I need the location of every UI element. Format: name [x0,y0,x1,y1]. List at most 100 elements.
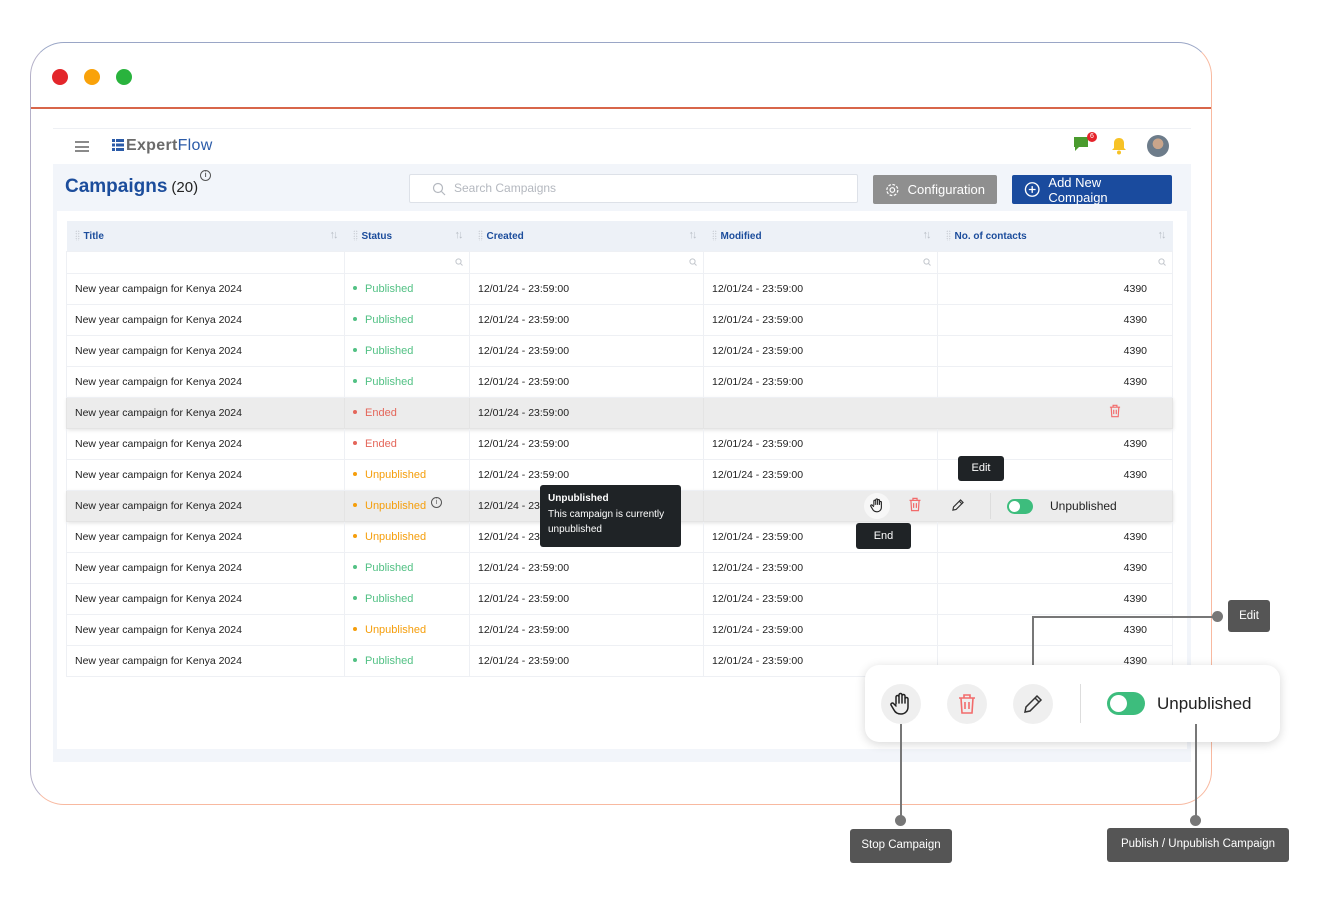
column-filter-input[interactable] [703,250,938,274]
cell-modified: 12/01/24 - 23:59:00 [703,365,938,398]
cell-modified: 12/01/24 - 23:59:00 [703,458,938,491]
drag-handle-icon[interactable] [945,229,951,241]
edit-campaign-button[interactable] [1013,684,1053,724]
cell-title: New year campaign for Kenya 2024 [66,272,345,305]
status-badge: Unpublished [353,624,426,636]
cell-title: New year campaign for Kenya 2024 [66,427,345,460]
status-badge: Ended [353,438,397,450]
publish-toggle[interactable] [1007,498,1033,514]
info-icon[interactable]: i [200,170,212,181]
status-badge: Published [353,314,413,326]
cell-status: Unpublished [344,458,470,491]
column-label: Title [83,230,104,242]
column-header-status[interactable]: Status ↑↓ [344,221,470,251]
edit-callout-line-h [1032,616,1216,618]
edit-button[interactable] [951,498,965,515]
cell-title: New year campaign for Kenya 2024 [66,334,345,367]
column-filter-input[interactable] [469,250,704,274]
column-header-title[interactable]: Title ↑↓ [66,221,345,251]
cell-created: 12/01/24 - 23:59:00 [469,582,704,615]
status-badge: Unpublished [353,531,426,543]
pencil-icon [1024,694,1043,713]
status-info-icon[interactable]: i [431,496,443,508]
user-avatar[interactable] [1147,135,1169,157]
delete-campaign-button[interactable] [947,684,987,724]
cell-title: New year campaign for Kenya 2024 [66,365,345,398]
cell-modified: 12/01/24 - 23:59:00 [703,427,938,460]
cell-title: New year campaign for Kenya 2024 [66,489,345,522]
table-row[interactable]: New year campaign for Kenya 2024 Publishe… [66,272,1173,305]
publish-toggle[interactable] [1107,692,1145,715]
cell-contacts: 4390 [937,551,1173,584]
table-row[interactable]: New year campaign for Kenya 2024 Publishe… [66,334,1173,367]
bell-icon[interactable] [1111,137,1127,155]
cell-modified: 12/01/24 - 23:59:00 [703,613,938,646]
column-header-created[interactable]: Created ↑↓ [469,221,704,251]
publish-callout-line [1195,724,1197,820]
card-divider [1080,684,1081,723]
end-tooltip: End [856,523,911,549]
cell-title: New year campaign for Kenya 2024 [66,644,345,677]
column-label: Modified [720,230,762,242]
column-filter-input[interactable] [66,250,345,274]
status-badge: Published [353,376,413,388]
cell-created: 12/01/24 - 23:59:00 [469,334,704,367]
table-row[interactable]: New year campaign for Kenya 2024 Ended 12/… [66,396,1173,429]
plus-circle-icon [1024,182,1040,197]
table-row[interactable]: New year campaign for Kenya 2024 Publishe… [66,303,1173,336]
status-tooltip: Unpublished This campaign is currently u… [540,485,681,547]
frame-divider [31,107,1211,109]
trash-icon [909,497,921,511]
sort-icon[interactable]: ↑↓ [455,229,464,241]
stop-campaign-button[interactable] [881,684,921,724]
cell-status: Published [344,365,470,398]
end-button[interactable] [864,492,890,519]
column-filter-input[interactable] [344,250,470,274]
column-filter-input[interactable] [937,250,1173,274]
maximize-window-dot[interactable] [116,69,132,85]
delete-button[interactable] [908,497,922,515]
table-row[interactable]: New year campaign for Kenya 2024 Ended 12/… [66,427,1173,460]
table-row[interactable]: New year campaign for Kenya 2024 Unpublis… [66,613,1173,646]
cell-contacts: 4390 [937,334,1173,367]
stop-callout-pin [895,815,906,826]
cell-created: 12/01/24 - 23:59:00 [469,551,704,584]
table-row[interactable]: New year campaign for Kenya 2024 Publishe… [66,582,1173,615]
cell-status: Unpublished [344,520,470,553]
status-tooltip-title: Unpublished [548,493,609,504]
configuration-button[interactable]: Configuration [873,175,997,204]
hand-icon [890,692,909,715]
menu-icon[interactable] [75,141,89,152]
sort-icon[interactable]: ↑↓ [689,229,698,241]
top-bar: ExpertFlow 6 [53,128,1191,164]
table-row[interactable]: New year campaign for Kenya 2024 Publishe… [66,551,1173,584]
cell-contacts: 4390 [937,582,1173,615]
minimize-window-dot[interactable] [84,69,100,85]
drag-handle-icon[interactable] [711,229,717,241]
drag-handle-icon[interactable] [74,229,80,241]
status-tooltip-body: This campaign is currently unpublished [548,509,665,535]
trash-icon[interactable] [1108,404,1122,418]
search-placeholder: Search Campaigns [454,181,557,195]
status-badge: Published [353,655,413,667]
sort-icon[interactable]: ↑↓ [923,229,932,241]
table-row[interactable]: New year campaign for Kenya 2024 Publishe… [66,365,1173,398]
chat-button[interactable]: 6 [1073,131,1097,157]
drag-handle-icon[interactable] [477,229,483,241]
gear-icon [886,183,899,196]
add-campaign-button[interactable]: Add New Compaign [1012,175,1172,205]
search-icon [432,182,446,196]
cell-contacts: 4390 [937,272,1173,305]
cell-contacts: 4390 [937,520,1173,553]
search-input[interactable]: Search Campaigns [409,174,858,203]
column-header-modified[interactable]: Modified ↑↓ [703,221,938,251]
status-badge: Unpublished [353,500,426,512]
cell-status: Published [344,272,470,305]
drag-handle-icon[interactable] [352,229,358,241]
sort-icon[interactable]: ↑↓ [330,229,339,241]
close-window-dot[interactable] [52,69,68,85]
cell-contacts: 4390 [937,613,1173,646]
sort-icon[interactable]: ↑↓ [1158,229,1167,241]
column-header-no-of-contacts[interactable]: No. of contacts ↑↓ [937,221,1173,251]
cell-modified: 12/01/24 - 23:59:00 [703,582,938,615]
